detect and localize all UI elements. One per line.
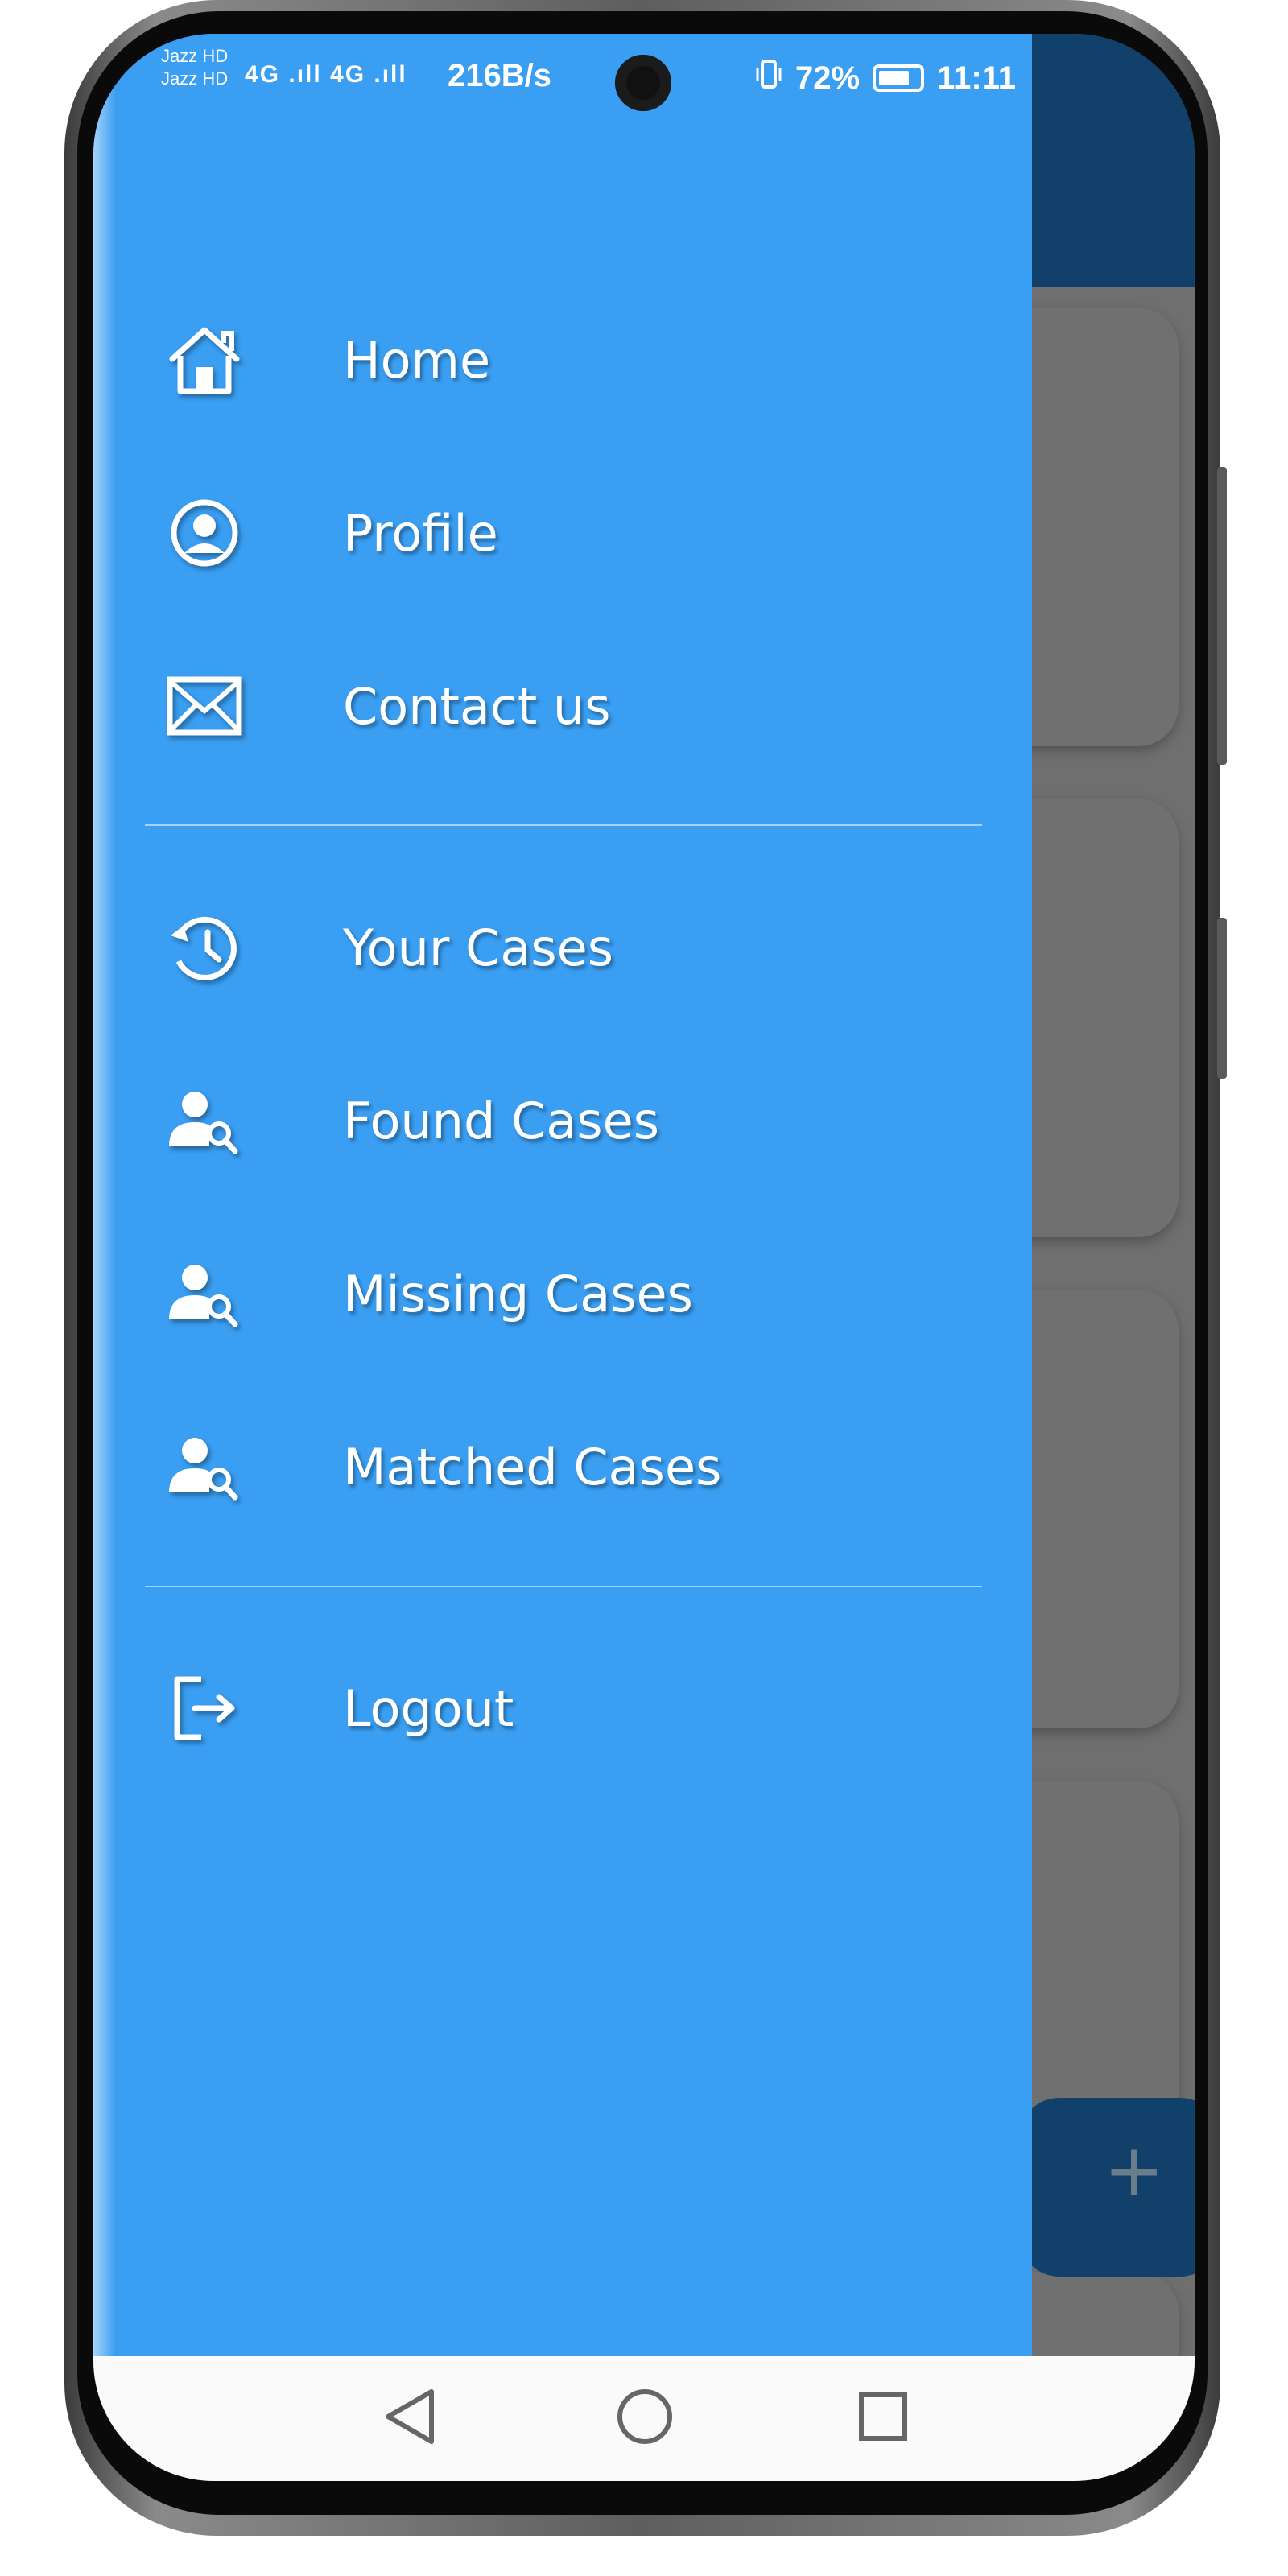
- home-icon: [164, 320, 245, 400]
- person-search-icon: [164, 1080, 245, 1161]
- drawer-item-found-cases[interactable]: Found Cases: [93, 1048, 1032, 1193]
- mail-icon: [164, 666, 245, 746]
- recents-icon[interactable]: [847, 2380, 919, 2453]
- drawer-item-label: Matched Cases: [343, 1437, 722, 1496]
- drawer-item-contact-us[interactable]: Contact us: [93, 634, 1032, 778]
- carrier-2: Jazz HD: [161, 68, 229, 89]
- back-icon[interactable]: [374, 2380, 446, 2453]
- carrier-1: Jazz HD: [161, 46, 229, 66]
- drawer-item-label: Profile: [343, 503, 498, 563]
- person-search-icon: [164, 1426, 245, 1507]
- drawer-divider: [145, 1586, 982, 1587]
- drawer-item-label: Missing Cases: [343, 1264, 693, 1323]
- network-speed: 216B/s: [448, 58, 551, 93]
- person-search-icon: [164, 1253, 245, 1334]
- drawer-item-label: Your Cases: [343, 918, 614, 977]
- status-bar: Jazz HD Jazz HD 4G .ıll 4G .ıll 216B/s 7…: [93, 34, 1032, 122]
- navigation-drawer: Jazz HD Jazz HD 4G .ıll 4G .ıll 216B/s 7…: [93, 34, 1032, 2356]
- drawer-item-logout[interactable]: Logout: [93, 1636, 1032, 1781]
- home-circle-icon[interactable]: [609, 2380, 681, 2453]
- drawer-item-your-cases[interactable]: Your Cases: [93, 875, 1032, 1020]
- drawer-divider: [145, 824, 982, 826]
- front-camera: [615, 55, 671, 111]
- drawer-item-label: Home: [343, 330, 491, 390]
- battery-percent: 72%: [795, 60, 861, 96]
- signal-strength-icon: 4G .ıll 4G .ıll: [245, 61, 407, 88]
- history-icon: [164, 907, 245, 988]
- status-right: 72% 11:11: [755, 58, 1016, 98]
- clock: 11:11: [937, 60, 1016, 96]
- fab-plus-label: +: [1104, 2128, 1165, 2213]
- drawer-item-matched-cases[interactable]: Matched Cases: [93, 1394, 1032, 1539]
- drawer-item-label: Logout: [343, 1678, 514, 1738]
- drawer-item-profile[interactable]: Profile: [93, 460, 1032, 605]
- drawer-item-label: Found Cases: [343, 1091, 660, 1150]
- drawer-item-missing-cases[interactable]: Missing Cases: [93, 1221, 1032, 1366]
- system-navigation-bar: [93, 2356, 1195, 2481]
- profile-icon: [164, 493, 245, 573]
- drawer-item-label: Contact us: [343, 676, 611, 736]
- carrier-labels: Jazz HD Jazz HD: [161, 45, 228, 90]
- logout-icon: [164, 1668, 245, 1748]
- vibrate-icon: [755, 58, 782, 98]
- drawer-item-home[interactable]: Home: [93, 287, 1032, 432]
- screen: + Jazz HD Jazz HD 4G .ıll 4G .ıll 216B/s…: [93, 34, 1195, 2481]
- volume-button: [1217, 467, 1227, 765]
- power-button: [1217, 918, 1227, 1079]
- battery-icon: [873, 64, 925, 92]
